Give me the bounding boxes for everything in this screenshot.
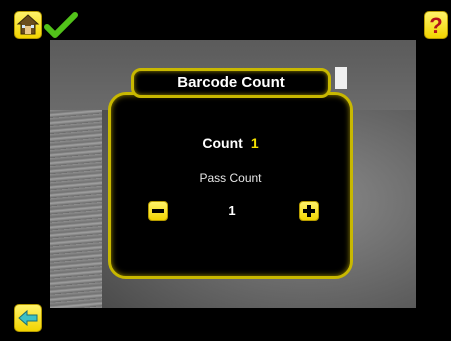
barcode-count-dialog xyxy=(108,92,353,279)
help-button[interactable]: ? xyxy=(424,11,448,39)
decrement-button[interactable] xyxy=(148,201,168,221)
back-arrow-icon xyxy=(18,309,38,327)
count-label: Count xyxy=(202,135,243,151)
camera-image-highlight xyxy=(335,67,347,89)
pass-count-value: 1 xyxy=(228,203,236,218)
pass-count-label: Pass Count xyxy=(199,171,262,185)
dialog-title: Barcode Count xyxy=(177,74,285,91)
count-value: 1 xyxy=(250,135,259,151)
svg-text:?: ? xyxy=(429,13,442,38)
plus-icon xyxy=(303,205,315,217)
back-button[interactable] xyxy=(14,304,42,332)
home-button[interactable] xyxy=(14,11,42,39)
checkmark-icon xyxy=(44,12,78,38)
question-mark-icon: ? xyxy=(429,13,442,38)
camera-image-texture xyxy=(50,110,102,308)
increment-button[interactable] xyxy=(299,201,319,221)
minus-icon xyxy=(152,209,164,213)
home-icon xyxy=(16,14,40,35)
count-row: Count 1 xyxy=(108,135,353,151)
